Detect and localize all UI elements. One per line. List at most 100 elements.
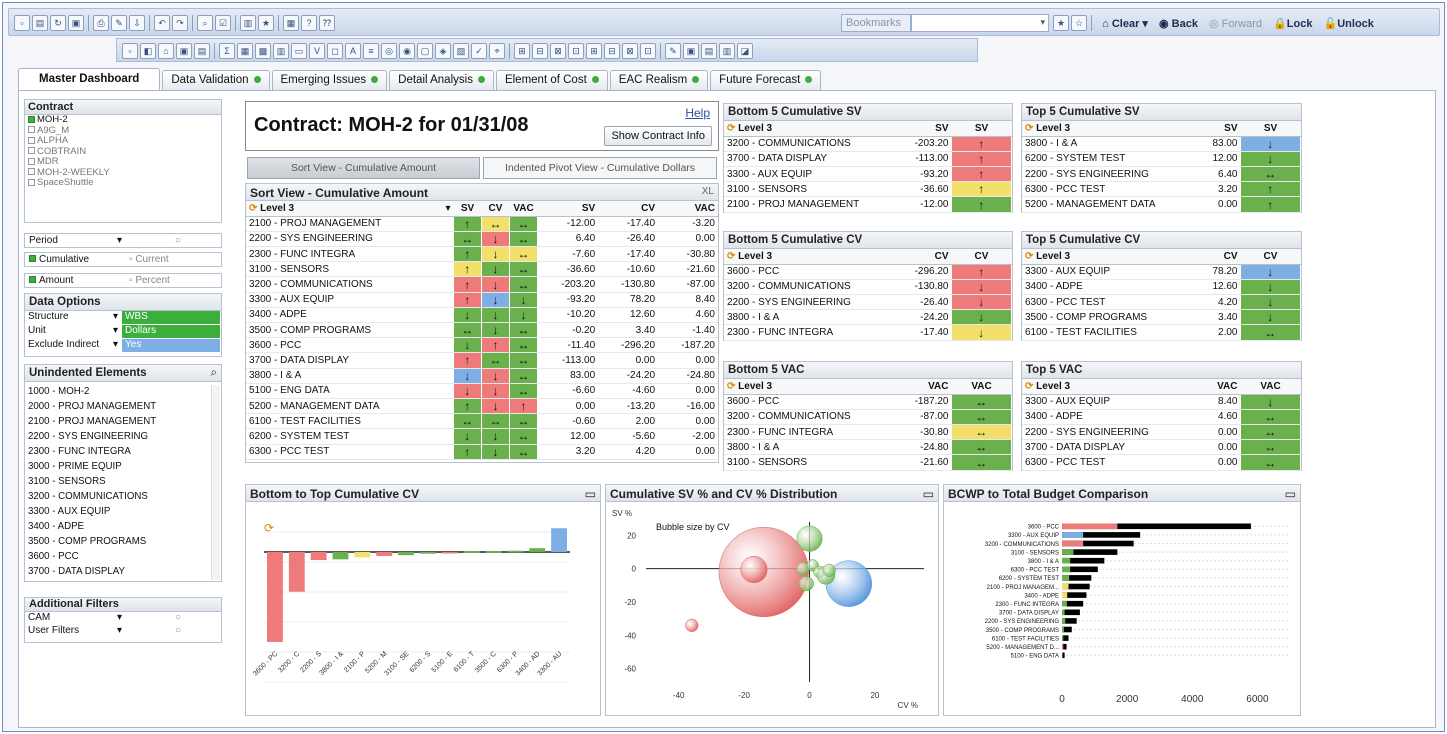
list-item[interactable]: 3100 - SENSORS (28, 474, 209, 489)
list-item[interactable]: 2200 - SYS ENGINEERING (28, 429, 209, 444)
design-tool-icon[interactable]: ✓ (471, 43, 487, 59)
table-row[interactable]: 3200 - COMMUNICATIONS -203.20 ↑ (724, 136, 1012, 152)
table-row[interactable]: 3300 - AUX EQUIP -93.20 ↑ (724, 166, 1012, 183)
bubble[interactable] (740, 555, 768, 584)
cv-bar[interactable] (376, 552, 393, 557)
list-item[interactable]: 2300 - FUNC INTEGRA (28, 444, 209, 459)
undo-icon[interactable]: ↶ (154, 15, 170, 31)
table-row[interactable]: 6200 - SYSTEM TEST ↓ ↓ ↔ 12.00 -5.60 -2.00 (246, 428, 718, 445)
level3-header[interactable]: ⟳ Level 3 (1022, 121, 1201, 137)
design-tool-icon[interactable]: ⊠ (622, 43, 638, 59)
maximize-icon[interactable]: ▭ (585, 487, 596, 501)
cycle-icon[interactable]: ⟳ (1025, 123, 1036, 134)
data-option-value[interactable]: WBS (122, 311, 220, 324)
cycle-icon[interactable]: ⟳ (249, 203, 260, 214)
clear-icon[interactable]: ○ (175, 612, 181, 623)
bubble[interactable] (798, 576, 814, 592)
table-row[interactable]: 3500 - COMP PROGRAMS 3.40 ↓ (1022, 309, 1301, 326)
table-row[interactable]: 3700 - DATA DISPLAY 0.00 ↔ (1022, 439, 1301, 456)
bcwp-bar[interactable] (1062, 575, 1070, 581)
table-row[interactable]: 3200 - COMMUNICATIONS -130.80 ↓ (724, 279, 1012, 296)
table-row[interactable]: 2200 - SYS ENGINEERING -26.40 ↓ (724, 294, 1012, 311)
table-row[interactable]: 6100 - TEST FACILITIES ↔ ↔ ↔ -0.60 2.00 0.00 (246, 413, 718, 430)
table-row[interactable]: 3300 - AUX EQUIP 78.20 ↓ (1022, 264, 1301, 280)
tab-detail-analysis[interactable]: Detail Analysis (389, 70, 494, 91)
table-row[interactable]: 6300 - PCC TEST ↑ ↓ ↔ 3.20 4.20 0.00 (246, 444, 718, 460)
table-row[interactable]: 3100 - SENSORS -36.60 ↑ (724, 181, 1012, 198)
period-dropdown-icon[interactable]: ▾ (117, 235, 122, 246)
design-tool-icon[interactable]: ▩ (255, 43, 271, 59)
tab-eac-realism[interactable]: EAC Realism (609, 70, 709, 91)
bookmark-menu-icon[interactable]: ☆ (1071, 15, 1088, 31)
cv-bar[interactable] (420, 552, 436, 554)
data-option-value[interactable]: Yes (122, 339, 220, 352)
table-row[interactable]: 3200 - COMMUNICATIONS -87.00 ↔ (724, 409, 1012, 426)
print-icon[interactable]: ⎙ (93, 15, 109, 31)
table-row[interactable]: 2300 - FUNC INTEGRA -30.80 ↔ (724, 424, 1012, 441)
bcwp-bar[interactable] (1062, 643, 1064, 650)
help-link[interactable]: Help (685, 106, 710, 120)
cv-bar[interactable] (310, 552, 327, 561)
table-row[interactable]: 3100 - SENSORS -21.60 ↔ (724, 454, 1012, 471)
column-header[interactable]: SV (900, 121, 952, 137)
design-tool-icon[interactable]: ▦ (237, 43, 253, 59)
table-row[interactable]: 3500 - COMP PROGRAMS ↔ ↓ ↔ -0.20 3.40 -1.40 (246, 322, 718, 339)
table-row[interactable]: 6300 - PCC TEST 4.20 ↓ (1022, 294, 1301, 311)
column-header[interactable]: CV (951, 249, 1012, 265)
cv-bar[interactable] (288, 552, 305, 592)
bcwp-bar[interactable] (1062, 652, 1063, 659)
table-row[interactable]: 2300 - FUNC INTEGRA ↑ ↓ ↔ -7.60 -17.40 -30.80 (246, 246, 718, 263)
column-header[interactable]: VAC (509, 201, 538, 217)
table-row[interactable]: 2200 - SYS ENGINEERING 6.40 ↔ (1022, 166, 1301, 183)
data-option-value[interactable]: Dollars (122, 325, 220, 338)
show-contract-info-button[interactable]: Show Contract Info (604, 126, 712, 146)
cycle-icon[interactable]: ⟳ (1025, 381, 1036, 392)
list-item[interactable]: 3600 - PCC (28, 549, 209, 564)
maximize-icon[interactable]: ▭ (1285, 487, 1296, 501)
design-tool-icon[interactable]: ▣ (683, 43, 699, 59)
bcwp-bar[interactable] (1062, 635, 1064, 641)
data-option-row[interactable]: Structure ▾ WBS (25, 311, 221, 325)
table-row[interactable]: 2200 - SYS ENGINEERING 0.00 ↔ (1022, 424, 1301, 441)
dropdown-icon[interactable]: ▾ (117, 612, 122, 623)
level3-header[interactable]: ⟳ Level 3 ▾ (246, 201, 454, 217)
design-tool-icon[interactable]: ▣ (176, 43, 192, 59)
bcwp-bar[interactable] (1062, 523, 1118, 530)
table-row[interactable]: 6100 - TEST FACILITIES 2.00 ↔ (1022, 324, 1301, 341)
bcwp-bar[interactable] (1062, 549, 1074, 555)
table-row[interactable]: 3400 - ADPE ↓ ↓ ↓ -10.20 12.60 4.60 (246, 307, 718, 324)
cycle-icon[interactable]: ⟳ (1025, 251, 1036, 262)
current-option[interactable]: ▫ Current (129, 254, 169, 265)
design-tool-icon[interactable]: ▤ (194, 43, 210, 59)
column-header[interactable]: CV (898, 249, 952, 265)
filter-row[interactable]: CAM ▾ ○ (25, 612, 221, 625)
list-item[interactable]: 3000 - PRIME EQUIP (28, 459, 209, 474)
table-row[interactable]: 3100 - SENSORS ↑ ↓ ↔ -36.60 -10.60 -21.60 (246, 261, 718, 278)
level3-header[interactable]: ⟳ Level 3 (1022, 379, 1204, 395)
column-header[interactable]: SV (951, 121, 1012, 137)
back-button[interactable]: ◉ Back (1155, 15, 1202, 32)
select-icon[interactable]: ☑ (215, 15, 231, 31)
redo-icon[interactable]: ↷ (172, 15, 188, 31)
table-row[interactable]: 2100 - PROJ MANAGEMENT ↑ ↔ ↔ -12.00 -17.40 -3.… (246, 216, 718, 232)
sort-view-button[interactable]: Sort View - Cumulative Amount (247, 157, 480, 179)
design-tool-icon[interactable]: ◈ (435, 43, 451, 59)
clear-icon[interactable]: ○ (175, 625, 181, 636)
cv-bar[interactable] (551, 528, 567, 552)
design-tool-icon[interactable]: ▢ (417, 43, 433, 59)
design-tool-icon[interactable]: Σ (219, 43, 235, 59)
table-row[interactable]: 6300 - PCC TEST 0.00 ↔ (1022, 454, 1301, 471)
help-icon[interactable]: ? (301, 15, 317, 31)
bcwp-bar[interactable] (1062, 626, 1064, 633)
dropdown-icon[interactable]: ▾ (117, 625, 122, 636)
clear-button[interactable]: ⌂ Clear ▾ (1098, 15, 1152, 32)
new-document-icon[interactable]: ▫ (14, 15, 30, 31)
cv-bar[interactable] (507, 550, 524, 553)
cumulative-option[interactable]: Cumulative (29, 254, 89, 265)
table-row[interactable]: 5200 - MANAGEMENT DATA ↑ ↓ ↑ 0.00 -13.20 -16.0… (246, 398, 718, 415)
design-tool-icon[interactable]: ◎ (381, 43, 397, 59)
table-row[interactable]: 3300 - AUX EQUIP ↑ ↓ ↓ -93.20 78.20 8.40 (246, 292, 718, 308)
bcwp-bar[interactable] (1062, 600, 1067, 607)
table-row[interactable]: 3200 - COMMUNICATIONS ↑ ↓ ↔ -203.20 -130.80 -8… (246, 276, 718, 293)
list-item[interactable]: 2100 - PROJ MANAGEMENT (28, 414, 209, 429)
